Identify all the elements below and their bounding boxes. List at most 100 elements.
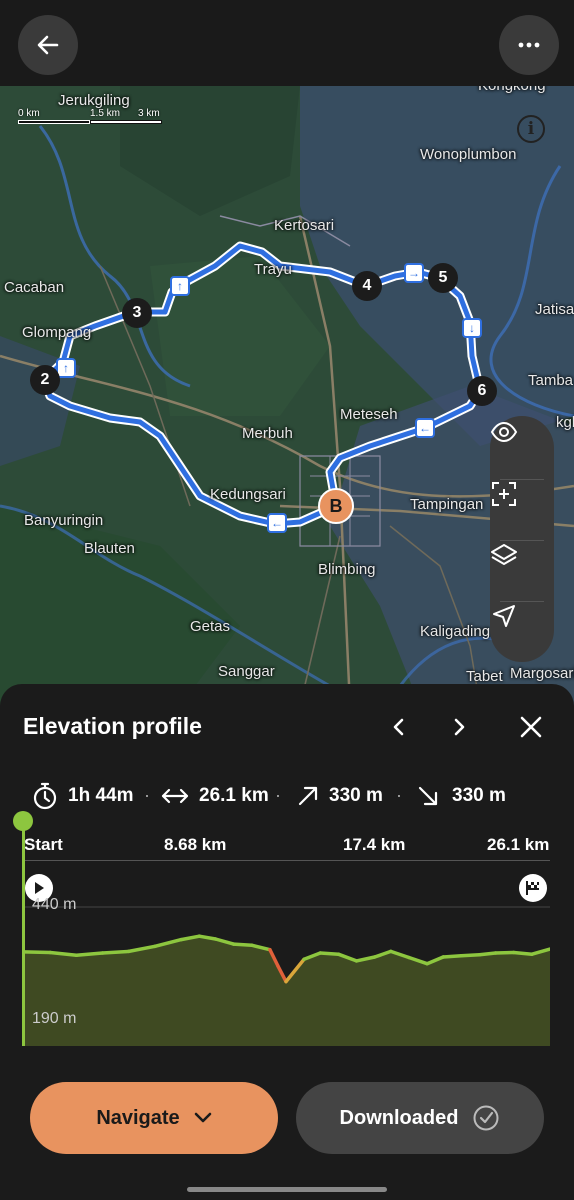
elevation-line-segment [459, 952, 482, 958]
check-circle-icon [473, 1105, 499, 1131]
play-icon [35, 882, 44, 894]
route-map[interactable]: 0 km 1.5 km 3 km i Jerukgiling Kongkong … [0, 86, 574, 706]
route-direction-arrow: ↓ [462, 318, 482, 338]
close-icon [520, 716, 542, 738]
elevation-line-segment [74, 951, 105, 958]
panel-title: Elevation profile [23, 713, 202, 739]
distance-axis-line [24, 860, 550, 861]
descent-arrow-icon [418, 786, 438, 806]
route-stats: 1h 44m · 26.1 km · 330 m · 330 m [32, 782, 552, 812]
distance-arrows-icon [161, 788, 189, 804]
place-label-tampingan: Tampingan [410, 496, 484, 513]
navigate-label: Navigate [96, 1106, 180, 1129]
waypoint-marker[interactable]: 5 [428, 263, 458, 293]
place-label-blauten: Blauten [84, 540, 135, 557]
waypoint-marker[interactable]: 6 [467, 376, 497, 406]
elevation-line-segment [493, 950, 516, 955]
distance-tick-label: 26.1 km [487, 835, 550, 854]
position-indicator-line[interactable] [22, 821, 25, 1046]
distance-tick-label: 8.68 km [164, 835, 227, 854]
navigate-button[interactable]: Navigate [30, 1082, 278, 1154]
place-label-tamba: Tamba [528, 372, 574, 389]
top-bar [0, 0, 574, 86]
elevation-line-segment [441, 954, 464, 959]
scale-bar-first [18, 120, 90, 124]
elevation-line-segment [100, 949, 131, 955]
more-horizontal-icon [518, 42, 540, 48]
ascent-value: 330 m [329, 785, 383, 806]
stopwatch-icon [33, 782, 57, 810]
route-direction-arrow: ↑ [170, 276, 190, 296]
map-layers-button[interactable] [490, 541, 554, 601]
route-direction-arrow: → [404, 263, 424, 283]
elevation-line-segment [318, 951, 341, 956]
place-label-margosari: Margosari [510, 665, 574, 682]
previous-button[interactable] [382, 710, 416, 744]
distance-tick-label: Start [24, 835, 63, 854]
place-label-kaligading: Kaligading [420, 623, 491, 640]
navigation-arrow-icon [493, 605, 515, 627]
distance-value: 26.1 km [199, 785, 269, 806]
finish-marker [519, 874, 547, 902]
place-label-tabet: Tabet [466, 668, 503, 685]
close-button[interactable] [514, 710, 548, 744]
duration-value: 1h 44m [68, 785, 134, 806]
route-end-marker[interactable]: B [318, 488, 354, 524]
place-label-getas: Getas [190, 618, 231, 635]
place-label-glompang: Glompang [22, 324, 92, 341]
place-label-sanggar: Sanggar [218, 663, 275, 680]
ascent-arrow-icon [298, 786, 318, 806]
elevation-line-segment [24, 950, 52, 955]
fit-route-button[interactable] [490, 480, 554, 540]
downloaded-button[interactable]: Downloaded [296, 1082, 544, 1154]
waypoint-marker[interactable]: 4 [352, 271, 382, 301]
stat-separator: · [144, 785, 150, 805]
visibility-button[interactable] [490, 418, 554, 478]
place-label-wonoplumbon: Wonoplumbon [420, 146, 517, 163]
elevation-chart-svg [24, 906, 550, 1046]
elevation-line-segment [511, 950, 534, 956]
arrow-left-icon [37, 35, 59, 55]
place-label-kertosari: Kertosari [274, 217, 335, 234]
place-label-trayu: Trayu [254, 261, 292, 278]
scale-max-label: 3 km [138, 108, 160, 119]
place-label-kgki: kgki [556, 414, 574, 431]
elevation-min-label: 190 m [32, 1010, 77, 1027]
home-indicator [187, 1187, 387, 1192]
downloaded-label: Downloaded [339, 1106, 459, 1129]
scale-zero-label: 0 km [18, 108, 40, 119]
place-label-meteseh: Meteseh [340, 406, 398, 423]
stat-separator: · [396, 785, 402, 805]
distance-tick-label: 17.4 km [343, 835, 406, 854]
scale-bar-second [90, 120, 162, 124]
place-label-blimbing: Blimbing [318, 561, 376, 578]
elevation-line-segment [477, 951, 498, 957]
next-button[interactable] [442, 710, 476, 744]
my-location-button[interactable] [490, 602, 554, 662]
waypoint-marker[interactable]: 3 [122, 298, 152, 328]
scale-mid-label: 1.5 km [90, 108, 121, 119]
elevation-chart[interactable]: 440 m 190 m [24, 896, 550, 1046]
map-info-icon[interactable]: i [517, 115, 545, 143]
elevation-max-label: 440 m [32, 896, 77, 913]
stat-separator: · [275, 785, 281, 805]
more-options-button[interactable] [499, 15, 559, 75]
checkered-flag-icon [526, 881, 539, 895]
place-label-jerukgiling: Jerukgiling [58, 92, 130, 109]
descent-value: 330 m [452, 785, 506, 806]
elevation-panel: Elevation profile 1h 44m · 26.1 km · 330… [0, 684, 574, 1200]
chevron-left-icon [393, 718, 404, 736]
focus-plus-icon [492, 482, 516, 506]
map-tools-panel [490, 416, 554, 662]
place-label-banyuringin: Banyuringin [24, 512, 104, 529]
eye-icon [490, 421, 518, 443]
waypoint-marker[interactable]: 2 [30, 365, 60, 395]
position-indicator-handle[interactable] [13, 811, 33, 831]
place-label-kedungsari: Kedungsari [210, 486, 286, 503]
layers-icon [491, 544, 517, 565]
place-label-jatisa: Jatisa [535, 301, 574, 318]
place-label-merbuh: Merbuh [242, 425, 293, 442]
chevron-down-icon [194, 1112, 211, 1123]
back-button[interactable] [18, 15, 78, 75]
chevron-right-icon [454, 718, 465, 736]
